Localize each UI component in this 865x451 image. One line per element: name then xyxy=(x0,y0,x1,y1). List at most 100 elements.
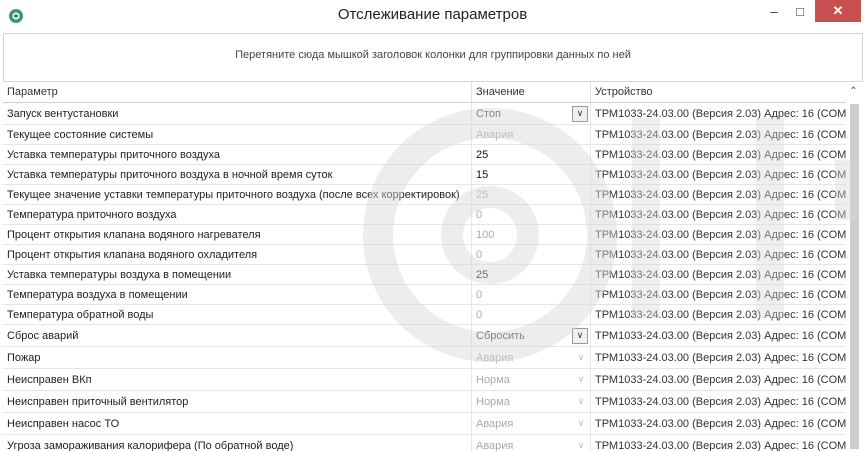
table-row[interactable]: Уставка температуры воздуха в помещении … xyxy=(3,265,846,285)
table-row[interactable]: Текущее значение уставки температуры при… xyxy=(3,185,846,205)
table-row[interactable]: Неисправен приточный вентилятор Норма ∨ Т… xyxy=(3,391,846,413)
device-name: ТРМ1033-24.03.00 (Версия 2.03) Адрес: 16… xyxy=(595,128,846,141)
device-name: ТРМ1033-24.03.00 (Версия 2.03) Адрес: 16… xyxy=(595,439,846,451)
chevron-down-icon[interactable]: ∨ xyxy=(572,105,588,122)
param-name: Сброс аварий xyxy=(3,325,472,346)
param-name: Текущее значение уставки температуры при… xyxy=(3,185,472,204)
value-text: 100 xyxy=(472,225,591,244)
param-name: Неисправен ВКп xyxy=(3,369,472,390)
value-text: Норма xyxy=(476,395,510,408)
value-text: Авария xyxy=(472,125,591,144)
minimize-icon: – xyxy=(770,3,778,19)
value-text: Авария xyxy=(476,351,514,364)
group-by-panel[interactable]: Перетяните сюда мышкой заголовок колонки… xyxy=(3,33,863,82)
value-text: Авария xyxy=(476,417,514,430)
value-input[interactable]: 25 xyxy=(472,265,591,284)
device-name: ТРМ1033-24.03.00 (Версия 2.03) Адрес: 16… xyxy=(595,248,846,261)
device-name: ТРМ1033-24.03.00 (Версия 2.03) Адрес: 16… xyxy=(595,417,846,430)
table-row[interactable]: Уставка температуры приточного воздуха в… xyxy=(3,165,846,185)
value-text: Стоп xyxy=(476,107,501,120)
scroll-up-icon[interactable]: ⌃ xyxy=(846,86,861,98)
value-text: Сбросить xyxy=(476,329,525,342)
value-text: 0 xyxy=(472,285,591,304)
device-name: ТРМ1033-24.03.00 (Версия 2.03) Адрес: 16… xyxy=(595,168,846,181)
value-text: Норма xyxy=(476,373,510,386)
group-by-hint: Перетяните сюда мышкой заголовок колонки… xyxy=(235,49,631,61)
param-name: Процент открытия клапана водяного нагрев… xyxy=(3,225,472,244)
device-name: ТРМ1033-24.03.00 (Версия 2.03) Адрес: 16… xyxy=(595,208,846,221)
param-name: Уставка температуры воздуха в помещении xyxy=(3,265,472,284)
table-row[interactable]: Уставка температуры приточного воздуха 2… xyxy=(3,145,846,165)
grid-rows: Запуск вентустановки Стоп ∨ ТРМ1033-24.03… xyxy=(3,103,846,451)
table-row[interactable]: Неисправен насос ТО Авария ∨ ТРМ1033-24.0… xyxy=(3,413,846,435)
param-name: Текущее состояние системы xyxy=(3,125,472,144)
device-name: ТРМ1033-24.03.00 (Версия 2.03) Адрес: 16… xyxy=(595,308,846,321)
title-bar[interactable]: Отслеживание параметров – □ ✕ xyxy=(0,0,865,32)
param-name: Неисправен насос ТО xyxy=(3,413,472,434)
device-name: ТРМ1033-24.03.00 (Версия 2.03) Адрес: 16… xyxy=(595,288,846,301)
param-name: Температура обратной воды xyxy=(3,305,472,324)
value-select: Авария ∨ xyxy=(472,413,591,434)
value-text: 0 xyxy=(472,205,591,224)
table-row[interactable]: Сброс аварий Сбросить ∨ ТРМ1033-24.03.00 … xyxy=(3,325,846,347)
value-select[interactable]: Сбросить ∨ xyxy=(472,325,591,346)
value-text: Авария xyxy=(476,439,514,451)
value-input[interactable]: 25 xyxy=(472,145,591,164)
window-title: Отслеживание параметров xyxy=(337,6,528,23)
device-name: ТРМ1033-24.03.00 (Версия 2.03) Адрес: 16… xyxy=(595,228,846,241)
maximize-button[interactable]: □ xyxy=(787,0,813,22)
table-row[interactable]: Процент открытия клапана водяного охлади… xyxy=(3,245,846,265)
chevron-down-icon[interactable]: ∨ xyxy=(572,327,588,344)
chevron-down-icon: ∨ xyxy=(577,374,585,384)
table-row[interactable]: Температура обратной воды 0 ТРМ1033-24.0… xyxy=(3,305,846,325)
chevron-down-icon: ∨ xyxy=(577,440,585,450)
close-button[interactable]: ✕ xyxy=(815,0,861,22)
device-name: ТРМ1033-24.03.00 (Версия 2.03) Адрес: 16… xyxy=(595,148,846,161)
param-name: Процент открытия клапана водяного охлади… xyxy=(3,245,472,264)
param-name: Температура воздуха в помещении xyxy=(3,285,472,304)
grid-header: Параметр Значение Устройство xyxy=(3,82,861,103)
param-name: Пожар xyxy=(3,347,472,368)
maximize-icon: □ xyxy=(796,3,804,19)
column-header-param[interactable]: Параметр xyxy=(3,82,472,102)
value-select: Авария ∨ xyxy=(472,347,591,368)
table-row[interactable]: Пожар Авария ∨ ТРМ1033-24.03.00 (Версия 2… xyxy=(3,347,846,369)
param-name: Температура приточного воздуха xyxy=(3,205,472,224)
column-header-device[interactable]: Устройство xyxy=(591,82,846,102)
value-select: Авария ∨ xyxy=(472,435,591,451)
param-name: Запуск вентустановки xyxy=(3,103,472,124)
value-text: 0 xyxy=(472,305,591,324)
minimize-button[interactable]: – xyxy=(761,0,787,22)
table-row[interactable]: Текущее состояние системы Авария ТРМ1033… xyxy=(3,125,846,145)
param-name: Угроза замораживания калорифера (По обра… xyxy=(3,435,472,451)
column-header-value[interactable]: Значение xyxy=(472,82,591,102)
parameters-grid: Параметр Значение Устройство Запуск вент… xyxy=(3,82,861,451)
table-row[interactable]: Запуск вентустановки Стоп ∨ ТРМ1033-24.03… xyxy=(3,103,846,125)
scroll-thumb[interactable] xyxy=(850,104,859,449)
value-select: Норма ∨ xyxy=(472,391,591,412)
device-name: ТРМ1033-24.03.00 (Версия 2.03) Адрес: 16… xyxy=(595,329,846,342)
device-name: ТРМ1033-24.03.00 (Версия 2.03) Адрес: 16… xyxy=(595,351,846,364)
table-row[interactable]: Процент открытия клапана водяного нагрев… xyxy=(3,225,846,245)
device-name: ТРМ1033-24.03.00 (Версия 2.03) Адрес: 16… xyxy=(595,373,846,386)
value-text: 0 xyxy=(472,245,591,264)
close-icon: ✕ xyxy=(832,3,844,18)
value-input[interactable]: 15 xyxy=(472,165,591,184)
table-row[interactable]: Неисправен ВКп Норма ∨ ТРМ1033-24.03.00 (… xyxy=(3,369,846,391)
parameter-monitor-window: Отслеживание параметров – □ ✕ Перетяните… xyxy=(0,0,865,451)
device-name: ТРМ1033-24.03.00 (Версия 2.03) Адрес: 16… xyxy=(595,107,846,120)
value-select: Норма ∨ xyxy=(472,369,591,390)
chevron-down-icon: ∨ xyxy=(577,352,585,362)
param-name: Неисправен приточный вентилятор xyxy=(3,391,472,412)
table-row[interactable]: Угроза замораживания калорифера (По обра… xyxy=(3,435,846,451)
table-row[interactable]: Температура воздуха в помещении 0 ТРМ103… xyxy=(3,285,846,305)
chevron-down-icon: ∨ xyxy=(577,396,585,406)
chevron-down-icon: ∨ xyxy=(577,418,585,428)
value-select[interactable]: Стоп ∨ xyxy=(472,103,591,124)
table-row[interactable]: Температура приточного воздуха 0 ТРМ1033… xyxy=(3,205,846,225)
value-text: 25 xyxy=(472,185,591,204)
device-name: ТРМ1033-24.03.00 (Версия 2.03) Адрес: 16… xyxy=(595,188,846,201)
device-name: ТРМ1033-24.03.00 (Версия 2.03) Адрес: 16… xyxy=(595,268,846,281)
param-name: Уставка температуры приточного воздуха в… xyxy=(3,165,472,184)
device-name: ТРМ1033-24.03.00 (Версия 2.03) Адрес: 16… xyxy=(595,395,846,408)
